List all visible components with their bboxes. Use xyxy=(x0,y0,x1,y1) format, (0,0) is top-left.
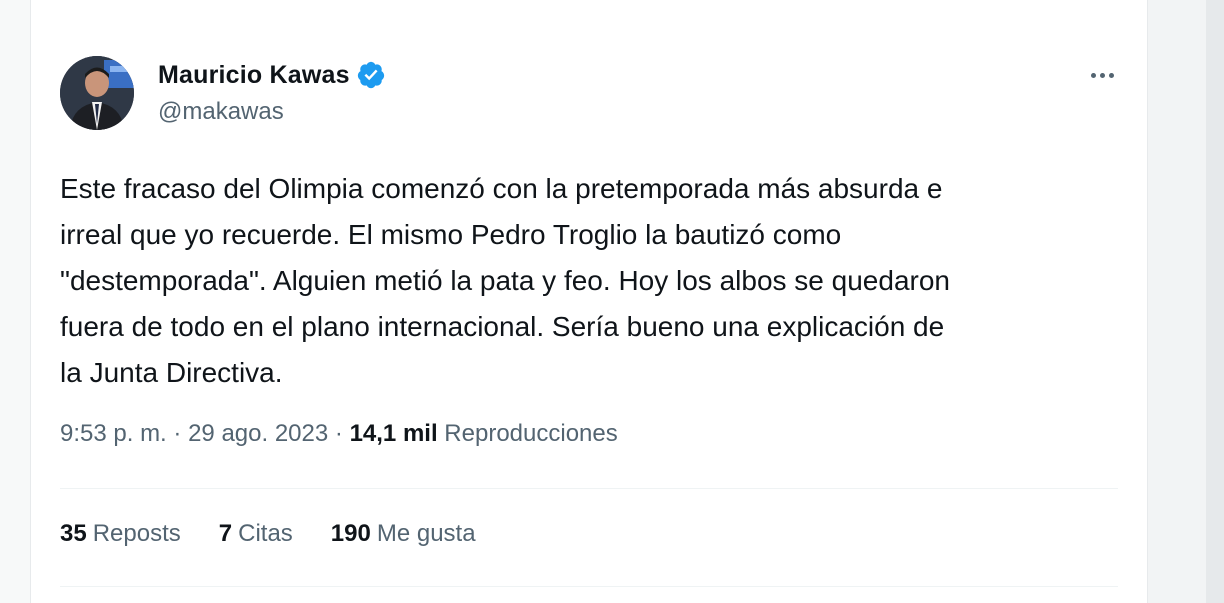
more-options-button[interactable] xyxy=(1082,60,1122,90)
tweet-time[interactable]: 9:53 p. m. xyxy=(60,420,167,447)
divider-bottom xyxy=(60,586,1118,587)
page: Mauricio Kawas @makawas Este fracaso del… xyxy=(0,0,1224,603)
author-name[interactable]: Mauricio Kawas xyxy=(158,61,350,90)
reposts-label: Reposts xyxy=(92,520,181,547)
tweet-meta: 9:53 p. m. · 29 ago. 2023 · 14,1 mil Rep… xyxy=(60,420,618,448)
tweet-date[interactable]: 29 ago. 2023 xyxy=(188,420,328,447)
views-count: 14,1 mil xyxy=(349,420,438,447)
likes-count: 190 xyxy=(330,520,371,547)
engagement-stats: 35 Reposts 7 Citas 190 Me gusta xyxy=(60,520,514,548)
more-options-icon xyxy=(1090,72,1096,78)
author-handle[interactable]: @makawas xyxy=(158,98,284,126)
meta-separator: · xyxy=(173,420,189,447)
avatar[interactable] xyxy=(60,56,134,130)
quotes-count: 7 xyxy=(218,520,233,547)
quotes-label: Citas xyxy=(238,520,293,547)
quotes-stat[interactable]: 7 Citas xyxy=(219,520,293,548)
more-options-dot xyxy=(1108,72,1114,78)
tweet-text: Este fracaso del Olimpia comenzó con la … xyxy=(60,173,950,388)
reposts-stat[interactable]: 35 Reposts xyxy=(60,520,181,548)
views-label: Reproducciones xyxy=(444,420,618,447)
divider-top xyxy=(60,488,1118,489)
likes-label: Me gusta xyxy=(376,520,476,547)
right-sidebar-edge xyxy=(1206,0,1224,603)
meta-separator: · xyxy=(334,420,350,447)
more-options-dot xyxy=(1099,72,1105,78)
verified-badge-icon xyxy=(357,61,384,89)
author-name-row[interactable]: Mauricio Kawas xyxy=(158,60,386,90)
reposts-count: 35 xyxy=(60,520,87,547)
likes-stat[interactable]: 190 Me gusta xyxy=(331,520,476,548)
avatar-image xyxy=(60,56,134,130)
